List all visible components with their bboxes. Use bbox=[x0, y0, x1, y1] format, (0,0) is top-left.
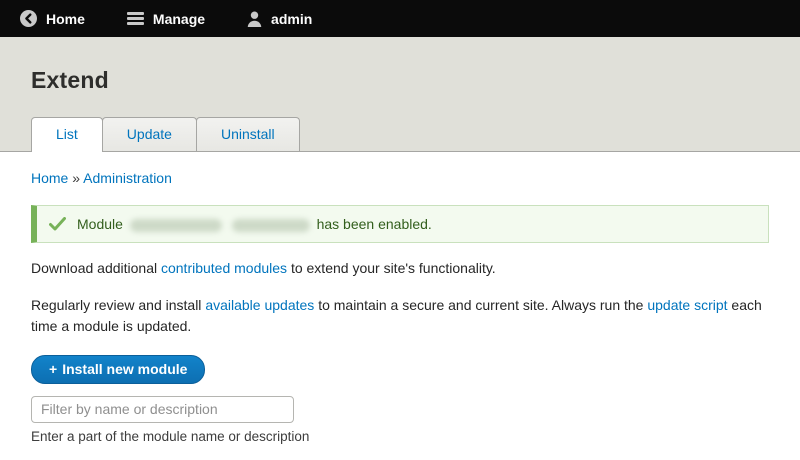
primary-tabs: List Update Uninstall bbox=[31, 117, 300, 151]
page-header: Extend List Update Uninstall bbox=[0, 37, 800, 152]
tab-list[interactable]: List bbox=[31, 117, 103, 152]
breadcrumb-link-administration[interactable]: Administration bbox=[83, 170, 172, 186]
update-note-paragraph: Regularly review and install available u… bbox=[31, 295, 769, 338]
install-button-label: Install new module bbox=[62, 361, 187, 377]
status-message-text: Module has been enabled. bbox=[77, 216, 432, 232]
user-icon bbox=[247, 11, 262, 27]
tab-uninstall[interactable]: Uninstall bbox=[196, 117, 300, 151]
status-message-suffix: has been enabled. bbox=[317, 216, 432, 232]
checkmark-icon bbox=[49, 217, 66, 231]
intro-text: Download additional bbox=[31, 260, 157, 276]
intro-paragraph: Download additional contributed modules … bbox=[31, 258, 769, 280]
available-updates-link[interactable]: available updates bbox=[205, 297, 314, 313]
menu-icon bbox=[127, 10, 144, 27]
tab-update[interactable]: Update bbox=[102, 117, 197, 151]
redacted-module-name bbox=[232, 219, 310, 232]
filter-row: Enter a part of the module name or descr… bbox=[31, 396, 769, 444]
intro-text: to extend your site's functionality. bbox=[291, 260, 496, 276]
toolbar-item-label: admin bbox=[271, 11, 312, 27]
page-title: Extend bbox=[0, 37, 800, 94]
filter-input[interactable] bbox=[31, 396, 294, 423]
install-new-module-button[interactable]: + Install new module bbox=[31, 355, 205, 384]
toolbar-item-label: Manage bbox=[153, 11, 205, 27]
main-content: Home » Administration Module has been en… bbox=[0, 170, 800, 444]
filter-help-text: Enter a part of the module name or descr… bbox=[31, 429, 769, 444]
redacted-module-name bbox=[130, 219, 222, 232]
admin-toolbar: Home Manage admin bbox=[0, 0, 800, 37]
update-script-link[interactable]: update script bbox=[647, 297, 727, 313]
toolbar-item-home[interactable]: Home bbox=[6, 0, 99, 37]
breadcrumb: Home » Administration bbox=[31, 170, 769, 186]
contributed-modules-link[interactable]: contributed modules bbox=[161, 260, 287, 276]
update-note-text: Regularly review and install bbox=[31, 297, 201, 313]
status-message: Module has been enabled. bbox=[31, 205, 769, 243]
toolbar-item-manage[interactable]: Manage bbox=[113, 0, 219, 37]
breadcrumb-link-home[interactable]: Home bbox=[31, 170, 68, 186]
update-note-text: to maintain a secure and current site. A… bbox=[318, 297, 643, 313]
toolbar-item-label: Home bbox=[46, 11, 85, 27]
breadcrumb-separator: » bbox=[72, 170, 80, 186]
status-message-prefix: Module bbox=[77, 216, 123, 232]
back-to-site-icon bbox=[20, 10, 37, 27]
toolbar-item-admin[interactable]: admin bbox=[233, 0, 326, 37]
plus-icon: + bbox=[49, 361, 57, 377]
